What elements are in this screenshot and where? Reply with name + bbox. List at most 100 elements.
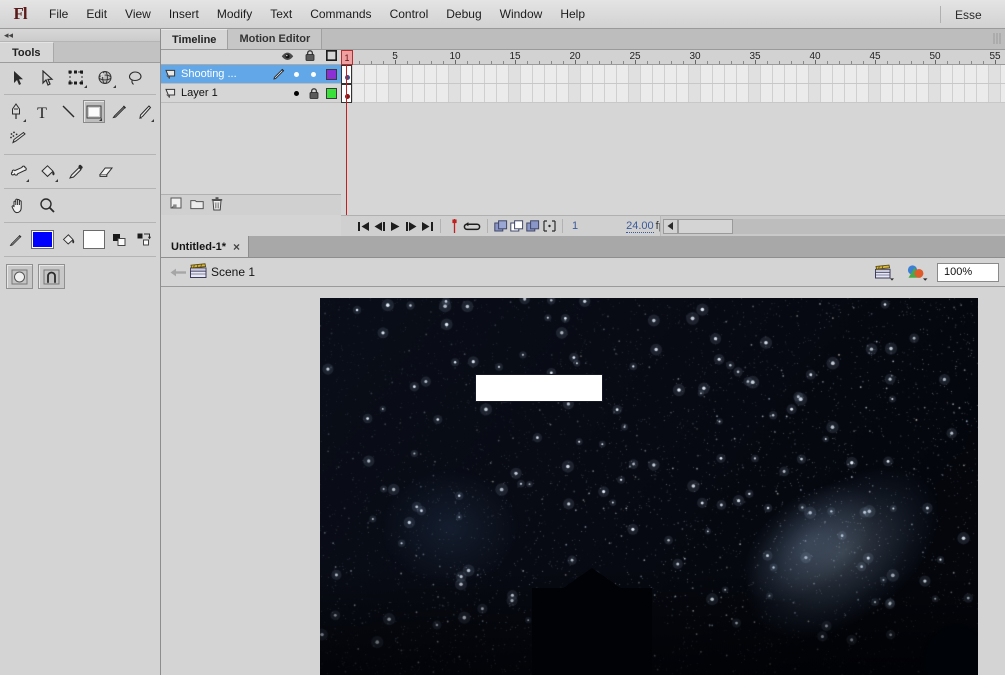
frame-cell[interactable] [449, 65, 461, 103]
pen-tool[interactable] [6, 100, 28, 123]
frame-cell[interactable] [401, 65, 413, 103]
fps-value[interactable]: 24.00 [626, 220, 654, 233]
frame-cell[interactable] [761, 65, 773, 103]
frame-cell[interactable] [353, 65, 365, 103]
frame-cell[interactable] [461, 65, 473, 103]
selection-tool[interactable] [6, 66, 31, 89]
frame-cell[interactable] [593, 65, 605, 103]
frame-cell[interactable] [713, 65, 725, 103]
frame-cell[interactable] [905, 65, 917, 103]
frame-cell[interactable] [701, 65, 713, 103]
snap-to-objects-option[interactable] [38, 264, 65, 289]
scrollbar-thumb[interactable] [678, 218, 733, 234]
frame-cell[interactable] [857, 65, 869, 103]
frame-cell[interactable] [881, 65, 893, 103]
layer-outline-color-swatch[interactable] [322, 68, 341, 80]
frame-cell[interactable] [833, 65, 845, 103]
frame-cell[interactable] [725, 65, 737, 103]
delete-layer-button[interactable] [211, 196, 223, 214]
document-tab-untitled-1[interactable]: Untitled-1* × [161, 236, 250, 257]
frame-cell[interactable] [629, 65, 641, 103]
frame-cell[interactable] [617, 65, 629, 103]
frame-cell[interactable] [941, 65, 953, 103]
onion-skin-outlines-button[interactable] [509, 218, 525, 234]
frame-cell[interactable] [533, 65, 545, 103]
stage-work-area[interactable] [161, 287, 1005, 675]
loop-button[interactable] [462, 218, 482, 234]
workspace-switcher[interactable]: Esse [947, 0, 1005, 29]
tab-timeline[interactable]: Timeline [161, 29, 229, 49]
layer-outline-color-swatch[interactable] [322, 87, 341, 99]
tab-tools[interactable]: Tools [0, 42, 54, 62]
menu-debug[interactable]: Debug [437, 3, 490, 25]
frame-cell[interactable] [929, 65, 941, 103]
zoom-tool[interactable] [35, 194, 60, 217]
panel-resize-grip[interactable] [993, 33, 1001, 44]
brush-tool[interactable] [134, 100, 156, 123]
step-back-one-frame-button[interactable] [371, 218, 387, 234]
menu-commands[interactable]: Commands [301, 3, 380, 25]
menu-insert[interactable]: Insert [160, 3, 208, 25]
edit-scene-button[interactable] [871, 262, 897, 282]
modify-onion-markers-button[interactable] [541, 218, 557, 234]
frame-cell[interactable] [473, 65, 485, 103]
subselection-tool[interactable] [35, 66, 60, 89]
timeline-horizontal-scrollbar[interactable] [660, 215, 1005, 236]
frame-cell[interactable] [653, 65, 665, 103]
frame-cell[interactable] [545, 65, 557, 103]
frame-cell[interactable] [557, 65, 569, 103]
frame-cell[interactable] [953, 65, 965, 103]
frame-cell[interactable] [869, 65, 881, 103]
frame-cell[interactable] [917, 65, 929, 103]
menu-edit[interactable]: Edit [77, 3, 116, 25]
menu-file[interactable]: File [40, 3, 77, 25]
frame-cell[interactable] [569, 65, 581, 103]
layer-lock-toggle[interactable] [305, 71, 322, 77]
edit-multiple-frames-button[interactable] [525, 218, 541, 234]
frame-cell[interactable] [641, 65, 653, 103]
pencil-tool[interactable] [109, 100, 131, 123]
frame-cell[interactable] [845, 65, 857, 103]
frame-cell[interactable] [377, 65, 389, 103]
frames-grid[interactable] [341, 65, 1005, 193]
close-icon[interactable]: × [233, 241, 240, 253]
menu-control[interactable]: Control [381, 3, 438, 25]
timeline-ruler[interactable]: 15101520253035404550556065707580 [341, 50, 1005, 65]
text-tool[interactable]: T [32, 100, 54, 123]
frame-cell[interactable] [485, 65, 497, 103]
step-forward-one-frame-button[interactable] [403, 218, 419, 234]
layer-name[interactable]: Layer 1 [180, 87, 271, 99]
frame-cell[interactable] [797, 65, 809, 103]
edit-symbols-button[interactable] [904, 262, 930, 282]
frame-cell[interactable] [389, 65, 401, 103]
frames-column[interactable]: 15101520253035404550556065707580 [341, 50, 1005, 215]
scroll-left-arrow-icon[interactable] [663, 218, 678, 234]
go-to-last-frame-button[interactable] [419, 218, 435, 234]
frame-cell[interactable] [521, 65, 533, 103]
frame-cell[interactable] [893, 65, 905, 103]
frame-cell[interactable] [497, 65, 509, 103]
play-button[interactable] [387, 218, 403, 234]
layer-visibility-toggle[interactable] [288, 71, 305, 77]
frame-cell[interactable] [665, 65, 677, 103]
layer-row[interactable]: Layer 1 [161, 84, 341, 103]
frame-cell[interactable] [425, 65, 437, 103]
onion-skin-button[interactable] [493, 218, 509, 234]
frame-cell[interactable] [977, 65, 989, 103]
3d-rotation-tool[interactable] [93, 66, 118, 89]
tab-motion-editor[interactable]: Motion Editor [228, 29, 323, 49]
layer-visibility-toggle[interactable] [288, 90, 305, 96]
layer-row[interactable]: Shooting ... [161, 65, 341, 84]
scrollbar-track[interactable] [678, 218, 1005, 234]
frame-cell[interactable] [821, 65, 833, 103]
outline-icon[interactable] [325, 49, 338, 64]
scene-name-label[interactable]: Scene 1 [211, 265, 255, 279]
swap-colors-button[interactable] [135, 228, 156, 251]
paint-bucket-tool[interactable] [35, 160, 60, 183]
rectangle-tool[interactable] [82, 100, 105, 123]
eye-icon[interactable] [281, 50, 294, 64]
frame-cell[interactable] [1001, 65, 1005, 103]
frame-cell[interactable] [809, 65, 821, 103]
playhead[interactable] [346, 50, 347, 215]
hand-tool[interactable] [6, 194, 31, 217]
